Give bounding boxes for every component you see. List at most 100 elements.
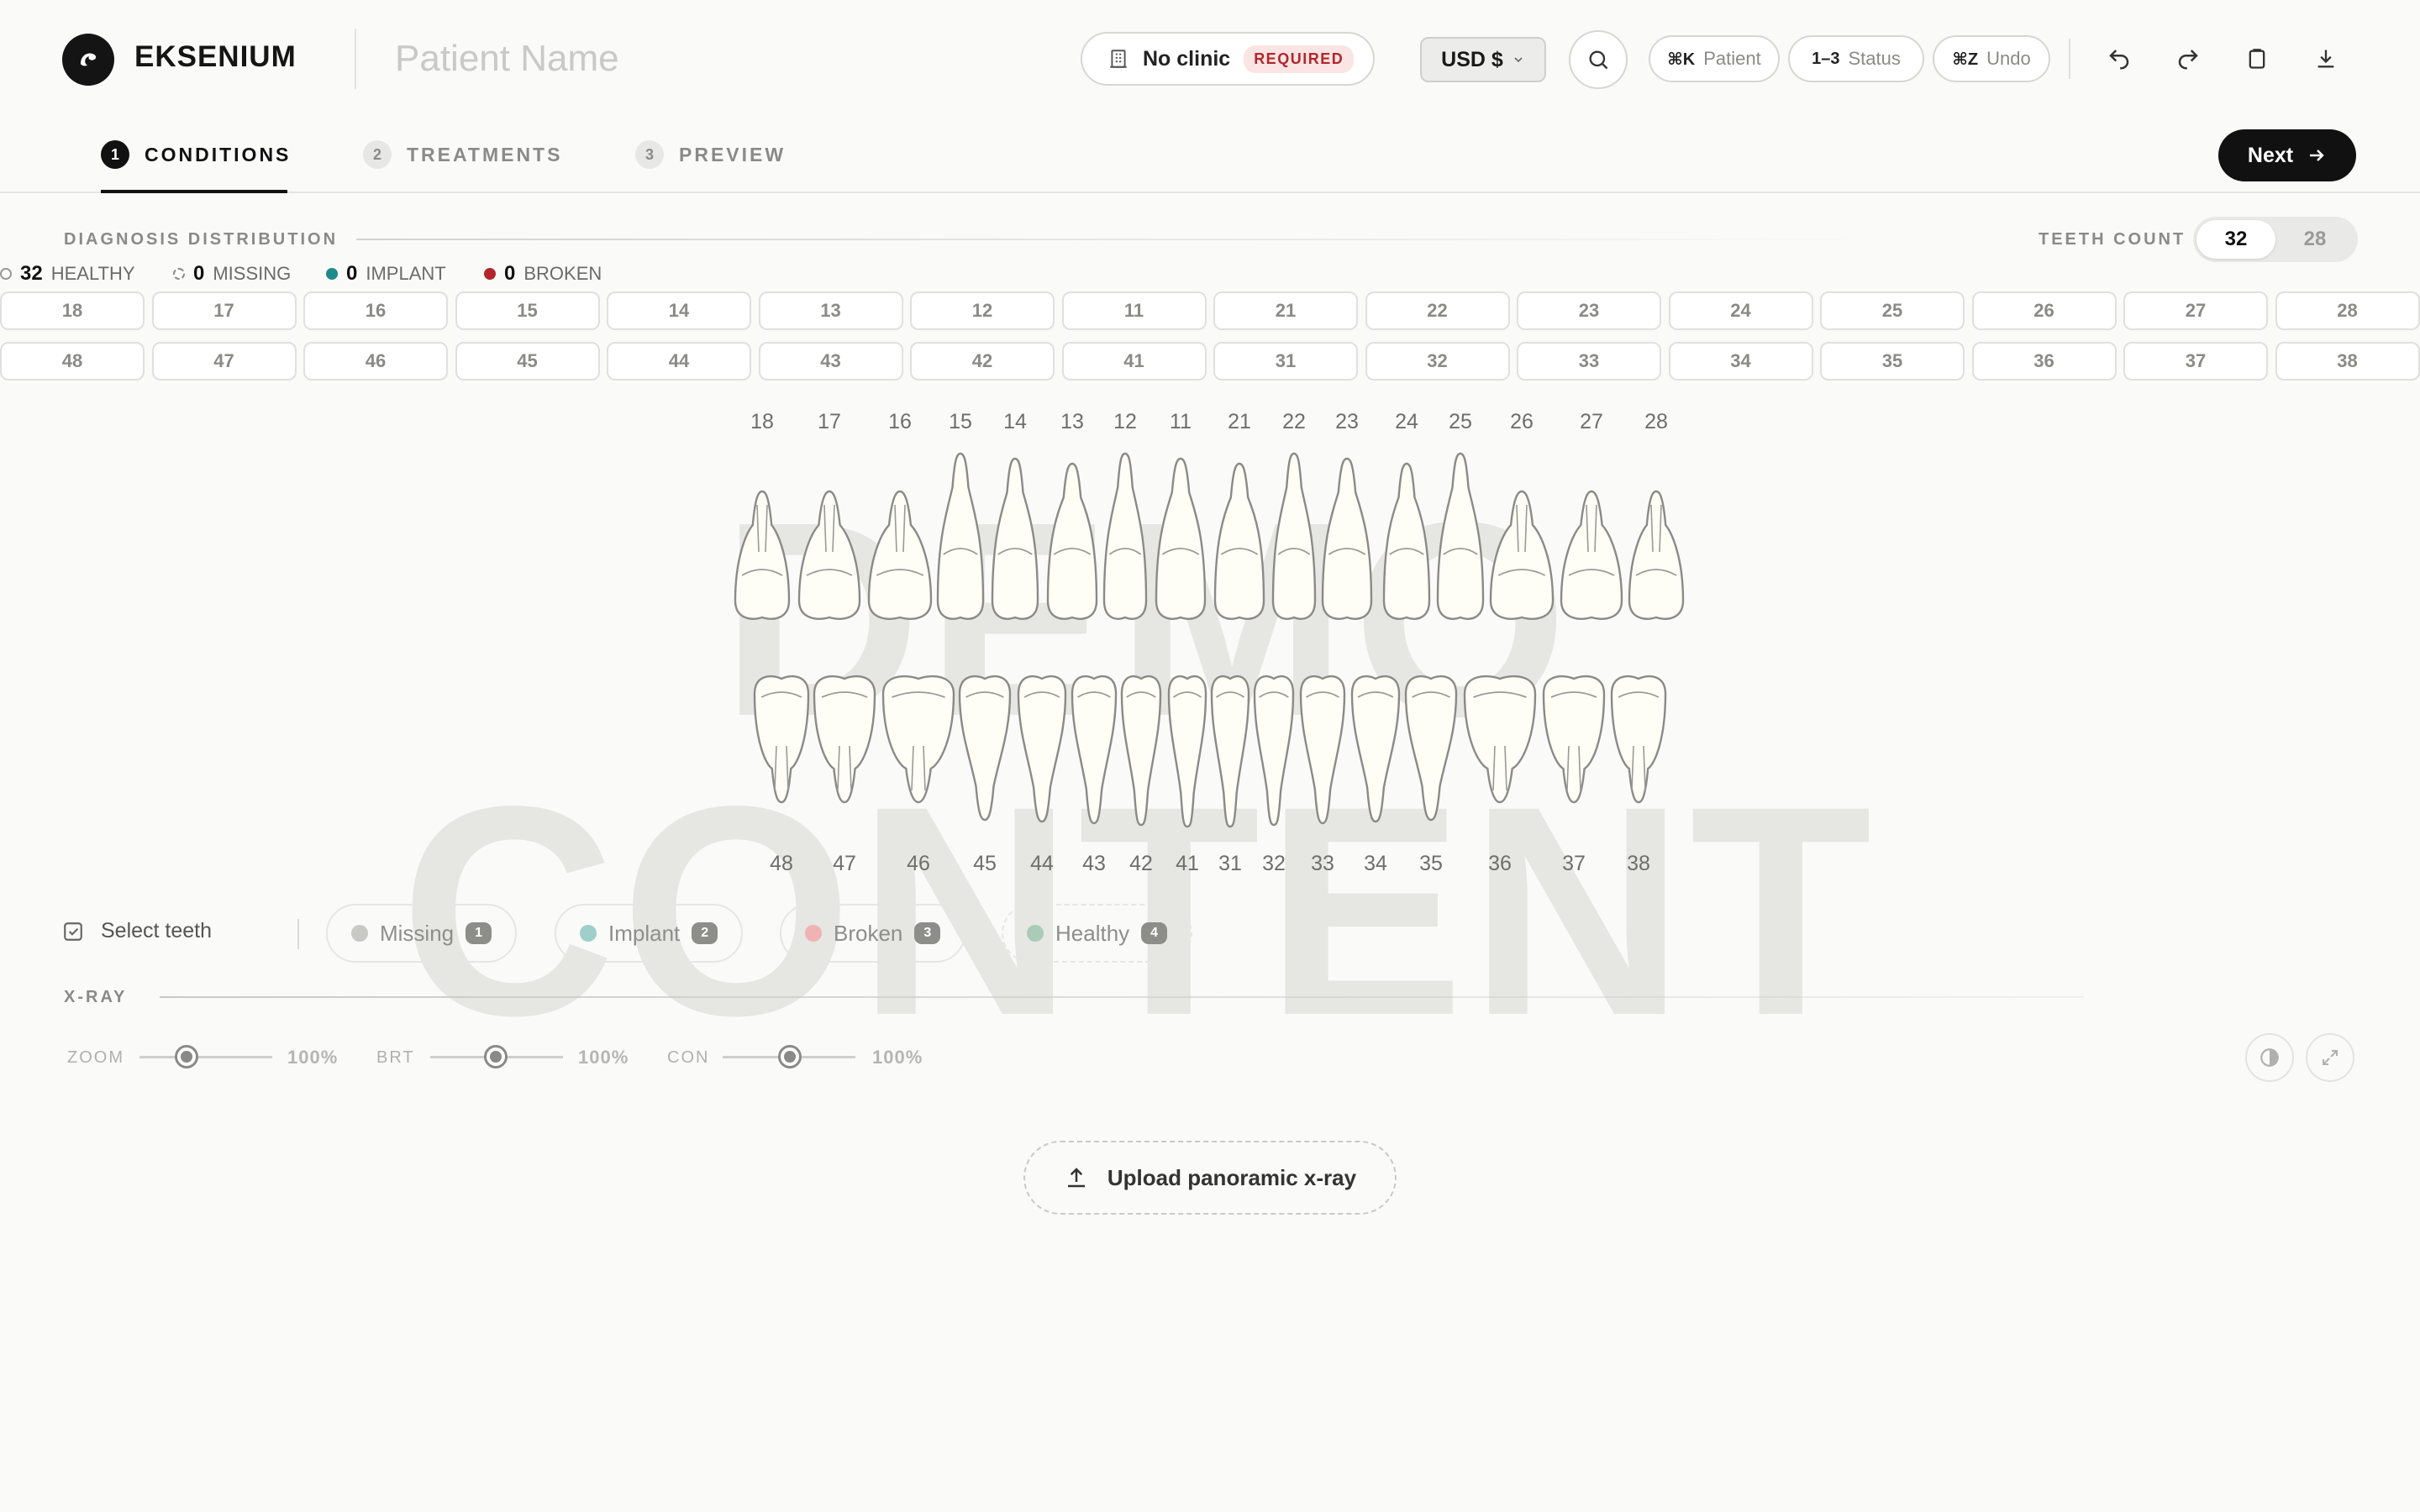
filter-healthy[interactable]: Healthy 4 xyxy=(1002,904,1193,963)
xray-rule xyxy=(160,996,2084,998)
chart-number-14: 14 xyxy=(1003,410,1027,433)
chart-number-18: 18 xyxy=(750,410,774,433)
tooth-22[interactable] xyxy=(1271,452,1317,620)
select-teeth-label: Select teeth xyxy=(101,919,213,942)
tooth-45[interactable] xyxy=(958,675,1012,822)
zoom-slider-track[interactable] xyxy=(139,1056,272,1058)
tooth-37[interactable] xyxy=(1542,675,1606,804)
implant-dot xyxy=(580,925,597,942)
chart-number-31: 31 xyxy=(1218,852,1242,875)
chart-number-34: 34 xyxy=(1364,852,1387,875)
chart-number-11: 11 xyxy=(1170,410,1192,433)
tooth-47[interactable] xyxy=(813,675,876,804)
filter-label: Missing xyxy=(380,920,455,946)
chart-number-16: 16 xyxy=(888,410,912,433)
brightness-label: BRT xyxy=(376,1048,415,1067)
chart-number-38: 38 xyxy=(1627,852,1650,875)
upload-icon xyxy=(1067,1168,1085,1188)
chart-number-17: 17 xyxy=(818,410,841,433)
chart-number-21: 21 xyxy=(1228,410,1251,433)
healthy-dot xyxy=(1027,925,1044,942)
upload-xray-button[interactable]: Upload panoramic x-ray xyxy=(1023,1141,1397,1215)
tooth-32[interactable] xyxy=(1253,675,1295,827)
tooth-15[interactable] xyxy=(936,452,985,620)
expand-icon xyxy=(2323,1050,2338,1065)
tooth-26[interactable] xyxy=(1489,490,1555,620)
chart-number-48: 48 xyxy=(770,852,793,875)
xray-title: X-RAY xyxy=(64,988,128,1006)
missing-dot xyxy=(351,925,368,942)
contrast-slider-handle[interactable] xyxy=(778,1045,802,1068)
tooth-43[interactable] xyxy=(1071,675,1118,825)
filters-divider xyxy=(297,919,299,949)
tooth-21[interactable] xyxy=(1213,462,1265,620)
tooth-27[interactable] xyxy=(1560,490,1623,620)
tooth-33[interactable] xyxy=(1299,675,1346,825)
upper-arch xyxy=(734,452,1685,620)
select-teeth-toggle[interactable]: Select teeth xyxy=(62,919,212,943)
tooth-24[interactable] xyxy=(1382,462,1431,620)
chart-number-36: 36 xyxy=(1488,852,1512,875)
tooth-18[interactable] xyxy=(734,490,791,620)
tooth-31[interactable] xyxy=(1210,675,1250,828)
tooth-34[interactable] xyxy=(1350,675,1401,823)
fullscreen-button[interactable] xyxy=(2306,1033,2354,1082)
chart-number-28: 28 xyxy=(1644,410,1668,433)
tooth-41[interactable] xyxy=(1167,675,1207,828)
filter-shortcut-badge: 2 xyxy=(692,922,718,944)
chart-number-41: 41 xyxy=(1176,852,1199,875)
brightness-slider-handle[interactable] xyxy=(484,1045,508,1068)
zoom-slider-handle[interactable] xyxy=(175,1045,198,1068)
contrast-icon xyxy=(2260,1048,2279,1067)
tooth-44[interactable] xyxy=(1017,675,1067,823)
contrast-value: 100% xyxy=(872,1047,923,1068)
chart-number-35: 35 xyxy=(1419,852,1443,875)
chart-number-24: 24 xyxy=(1395,410,1418,433)
chart-number-43: 43 xyxy=(1082,852,1106,875)
broken-dot xyxy=(805,925,822,942)
tooth-36[interactable] xyxy=(1463,675,1537,804)
zoom-value: 100% xyxy=(287,1047,339,1068)
chart-number-13: 13 xyxy=(1060,410,1084,433)
chart-number-45: 45 xyxy=(973,852,997,875)
chart-number-47: 47 xyxy=(833,852,856,875)
invert-button[interactable] xyxy=(2245,1033,2294,1082)
chart-number-42: 42 xyxy=(1129,852,1153,875)
tooth-25[interactable] xyxy=(1436,452,1485,620)
zoom-label: ZOOM xyxy=(67,1048,124,1067)
chart-number-37: 37 xyxy=(1562,852,1586,875)
upload-label: Upload panoramic x-ray xyxy=(1107,1164,1357,1190)
tooth-46[interactable] xyxy=(881,675,955,804)
filter-label: Healthy xyxy=(1055,920,1130,946)
checkbox-icon xyxy=(64,921,82,941)
tooth-48[interactable] xyxy=(753,675,810,804)
filter-broken[interactable]: Broken 3 xyxy=(780,904,966,963)
contrast-label: CON xyxy=(667,1048,710,1067)
tooth-14[interactable] xyxy=(991,457,1039,620)
tooth-35[interactable] xyxy=(1404,675,1458,822)
tooth-28[interactable] xyxy=(1628,490,1685,620)
filter-label: Implant xyxy=(608,920,681,946)
chart-number-12: 12 xyxy=(1113,410,1137,433)
tooth-12[interactable] xyxy=(1102,452,1148,620)
chart-number-46: 46 xyxy=(907,852,930,875)
chart-number-25: 25 xyxy=(1449,410,1472,433)
tooth-13[interactable] xyxy=(1046,462,1098,620)
chart-number-23: 23 xyxy=(1335,410,1359,433)
filter-shortcut-badge: 1 xyxy=(466,922,492,944)
filter-implant[interactable]: Implant 2 xyxy=(555,904,744,963)
filter-label: Broken xyxy=(834,920,903,946)
filter-shortcut-badge: 3 xyxy=(914,922,941,944)
tooth-16[interactable] xyxy=(867,490,933,620)
tooth-11[interactable] xyxy=(1155,457,1207,620)
brightness-value: 100% xyxy=(578,1047,629,1068)
tooth-38[interactable] xyxy=(1610,675,1667,804)
filter-shortcut-badge: 4 xyxy=(1141,922,1168,944)
tooth-17[interactable] xyxy=(797,490,861,620)
chart-number-27: 27 xyxy=(1580,410,1603,433)
lower-arch xyxy=(753,675,1667,828)
filter-missing[interactable]: Missing 1 xyxy=(326,904,518,963)
tooth-42[interactable] xyxy=(1120,675,1162,827)
chart-number-22: 22 xyxy=(1282,410,1306,433)
tooth-23[interactable] xyxy=(1321,457,1373,620)
